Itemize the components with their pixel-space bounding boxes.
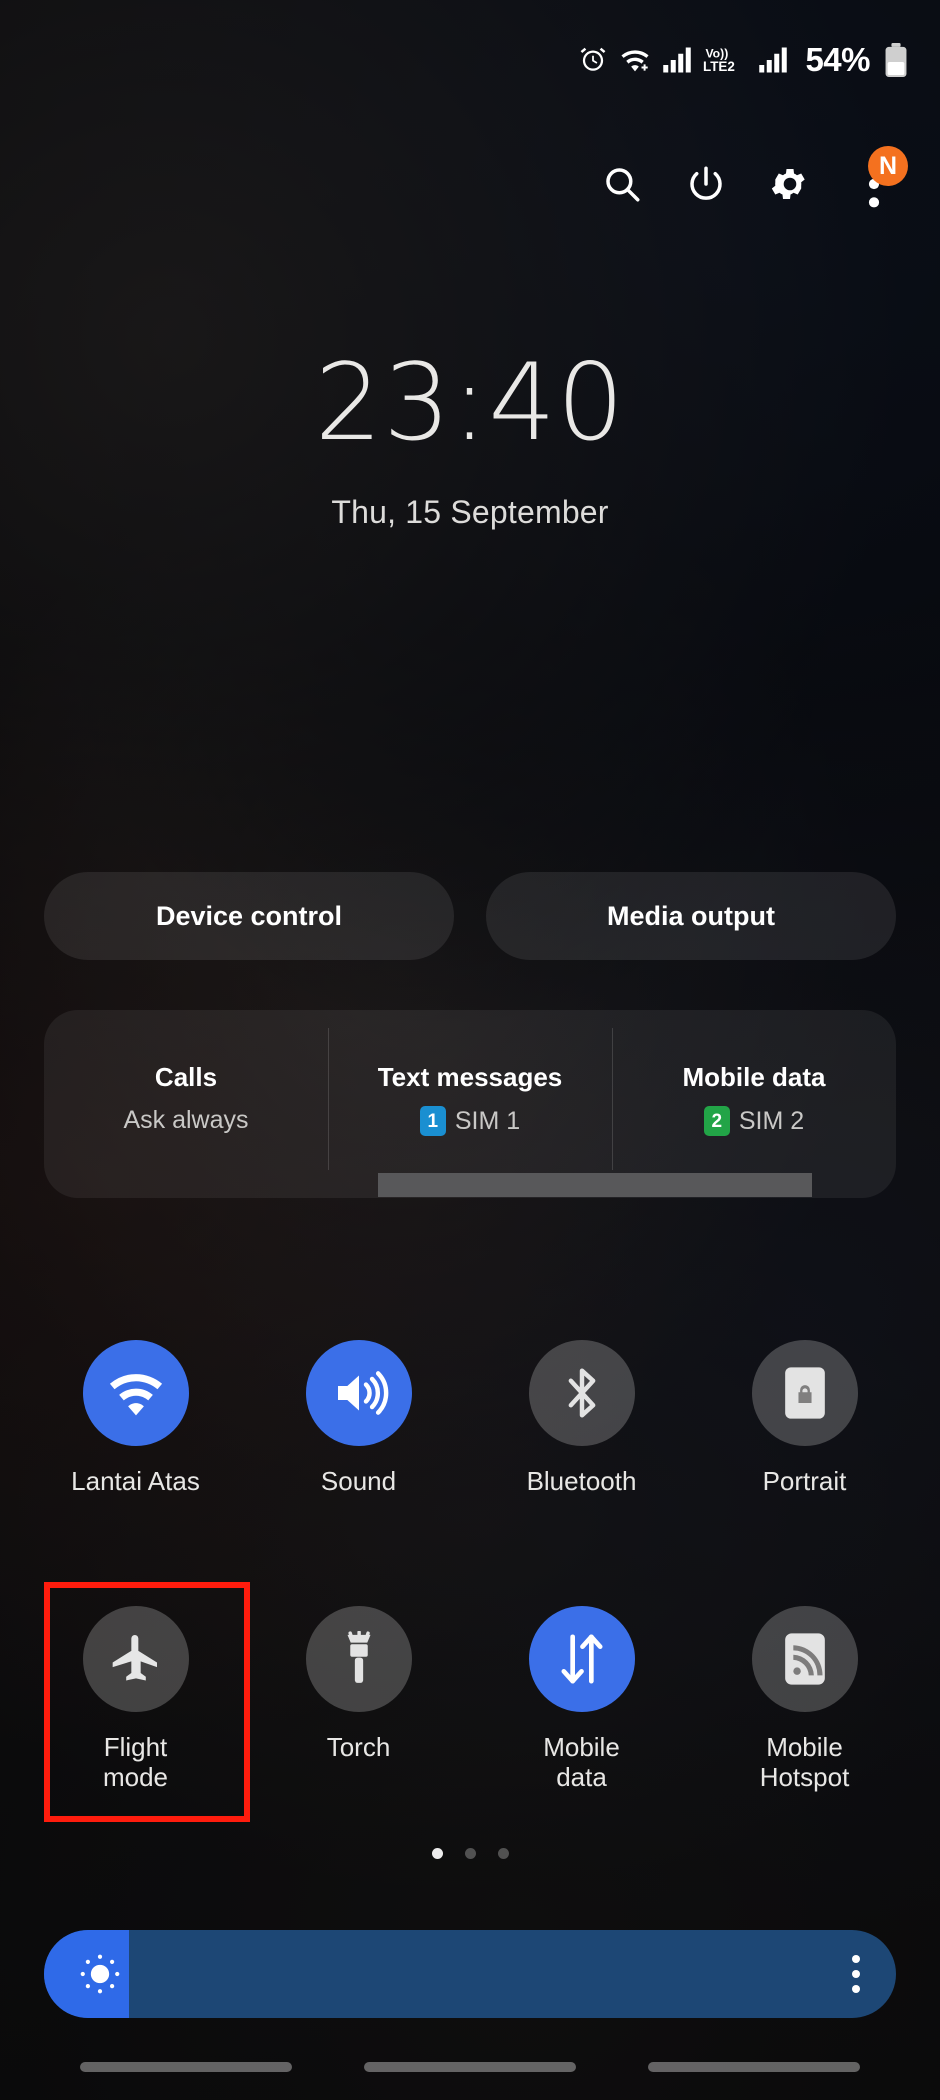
page-indicator[interactable] (0, 1848, 940, 1859)
sim-column-value-label: SIM 1 (454, 1106, 521, 1135)
toggle-torch-circle[interactable] (305, 1606, 412, 1713)
bluetooth-icon (555, 1364, 609, 1422)
nav-hint-right[interactable] (648, 2062, 860, 2072)
wifi-icon (106, 1365, 166, 1421)
sim-column-value: 1 SIM 1 (419, 1106, 521, 1136)
quick-toggle-row-1: Lantai Atas Sound Bluetooth Portrait (24, 1340, 916, 1496)
brightness-sun-icon (78, 1952, 122, 1996)
toggle-portrait-circle[interactable] (751, 1340, 858, 1446)
device-control-button[interactable]: Device control (44, 872, 454, 960)
page-dot-1[interactable] (431, 1848, 443, 1859)
power-icon (685, 163, 727, 205)
quick-settings-header-actions: N (580, 146, 916, 220)
hotspot-icon (781, 1631, 829, 1687)
brightness-slider[interactable] (44, 1930, 896, 2018)
alarm-icon (578, 45, 608, 75)
page-dot-2[interactable] (464, 1848, 476, 1859)
toggle-mobile-data-label: Mobile data (543, 1732, 620, 1793)
toggle-mobile-data[interactable]: Mobile data (470, 1606, 693, 1792)
clock-widget[interactable]: 23:40 Thu, 15 September (0, 350, 940, 531)
sim-column-calls[interactable]: Calls Ask always (44, 1010, 328, 1198)
sim-column-value-label: SIM 2 (738, 1106, 805, 1135)
quick-toggle-grid: Lantai Atas Sound Bluetooth Portrait Fli… (24, 1340, 916, 1792)
brightness-more-options-icon[interactable] (852, 1955, 860, 1993)
settings-button[interactable] (748, 148, 832, 220)
sim-column-value-label: Ask always (123, 1106, 249, 1134)
navigation-bar (0, 2062, 940, 2072)
toggle-mobile-hotspot-label: Mobile Hotspot (759, 1732, 850, 1793)
toggle-wifi-label: Lantai Atas (71, 1466, 200, 1496)
shortcut-pill-row: Device control Media output (44, 872, 896, 960)
battery-icon (884, 43, 908, 77)
power-button[interactable] (664, 148, 748, 220)
notification-badge: N (868, 146, 908, 186)
toggle-torch-label: Torch (326, 1732, 391, 1763)
quick-settings-panel: Vo)) LTE2 54% N 23:40 Thu, 15 September … (0, 0, 940, 2100)
clock-time: 23:40 (314, 341, 626, 464)
toggle-mobile-data-circle[interactable] (528, 1606, 635, 1713)
toggle-flight-mode[interactable]: Flight mode (24, 1606, 247, 1792)
status-bar: Vo)) LTE2 54% (0, 0, 940, 120)
sim-column-title: Calls (154, 1062, 218, 1092)
dot (852, 1985, 860, 1993)
dot (852, 1970, 860, 1978)
sim-card-manager-panel[interactable]: Calls Ask always Text messages 1 SIM 1 M… (44, 1010, 896, 1198)
media-output-button[interactable]: Media output (486, 872, 896, 960)
toggle-flight-mode-circle[interactable] (82, 1606, 189, 1713)
toggle-torch[interactable]: Torch (247, 1606, 470, 1792)
toggle-bluetooth-label: Bluetooth (526, 1466, 637, 1496)
status-bar-icons: Vo)) LTE2 54% (578, 41, 908, 79)
dot (852, 1955, 860, 1963)
toggle-flight-mode-label: Flight mode (102, 1732, 169, 1793)
toggle-bluetooth-circle[interactable] (528, 1340, 635, 1446)
sim-column-mobile-data[interactable]: Mobile data 2 SIM 2 (612, 1010, 896, 1198)
nav-hint-left[interactable] (80, 2062, 292, 2072)
toggle-wifi[interactable]: Lantai Atas (24, 1340, 247, 1496)
more-options-button[interactable]: N (832, 146, 916, 220)
toggle-sound[interactable]: Sound (247, 1340, 470, 1496)
clock-date: Thu, 15 September (331, 494, 609, 530)
signal-bars-icon (662, 46, 692, 74)
signal-bars-2-icon (758, 46, 788, 74)
sim-column-title: Text messages (377, 1062, 563, 1092)
svg-text:LTE2: LTE2 (703, 59, 735, 74)
sim-column-value: 2 SIM 2 (703, 1106, 805, 1136)
sim-column-text-messages[interactable]: Text messages 1 SIM 1 (328, 1010, 612, 1198)
redaction-bar (378, 1173, 812, 1197)
toggle-mobile-hotspot-circle[interactable] (751, 1606, 858, 1713)
sim-column-title: Mobile data (682, 1062, 826, 1092)
search-icon (601, 163, 643, 205)
gear-icon (769, 163, 811, 205)
toggle-sound-label: Sound (320, 1466, 397, 1496)
quick-toggle-row-2: Flight mode Torch Mobile data Mobile Hot… (24, 1606, 916, 1792)
sim1-chip-icon: 1 (419, 1106, 446, 1136)
airplane-icon (108, 1631, 164, 1687)
toggle-mobile-hotspot[interactable]: Mobile Hotspot (693, 1606, 916, 1792)
toggle-bluetooth[interactable]: Bluetooth (470, 1340, 693, 1496)
toggle-wifi-circle[interactable] (82, 1340, 189, 1446)
toggle-portrait[interactable]: Portrait (693, 1340, 916, 1496)
portrait-rotation-icon (781, 1365, 829, 1421)
sim2-chip-icon: 2 (703, 1106, 730, 1136)
sim-column-value: Ask always (123, 1106, 248, 1135)
volte2-icon: Vo)) LTE2 (703, 45, 747, 75)
toggle-sound-circle[interactable] (305, 1340, 412, 1446)
mobile-data-arrows-icon (555, 1631, 609, 1687)
page-dot-3[interactable] (497, 1848, 509, 1859)
sound-icon (329, 1365, 389, 1421)
battery-percent-label: 54% (805, 41, 870, 78)
search-button[interactable] (580, 148, 664, 220)
wifi-icon (619, 45, 651, 75)
toggle-portrait-label: Portrait (762, 1466, 847, 1496)
flashlight-icon (336, 1631, 382, 1687)
nav-hint-center[interactable] (364, 2062, 576, 2072)
